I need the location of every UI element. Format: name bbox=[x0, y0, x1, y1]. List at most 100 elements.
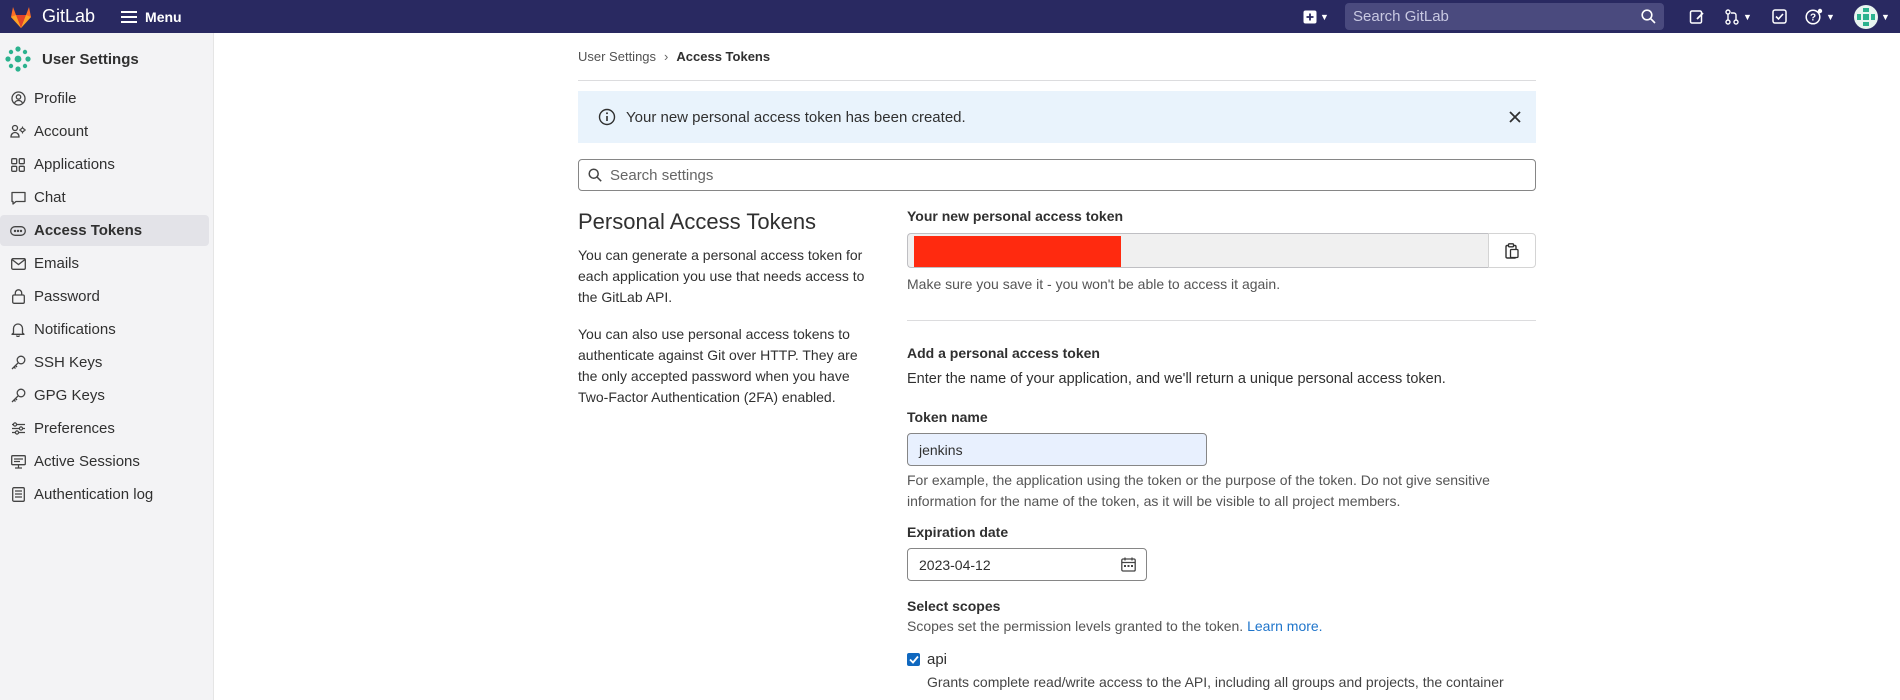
clipboard-icon bbox=[1505, 242, 1519, 259]
token-name-value: jenkins bbox=[919, 441, 963, 458]
merge-request-icon bbox=[1725, 8, 1739, 25]
help-icon: ? bbox=[1805, 8, 1823, 25]
todos-button[interactable] bbox=[1762, 0, 1796, 33]
sidebar-item-gpg-keys[interactable]: GPG Keys bbox=[0, 380, 209, 411]
copy-token-button[interactable] bbox=[1488, 233, 1536, 268]
sidebar-item-label: SSH Keys bbox=[34, 354, 103, 371]
new-token-label: Your new personal access token bbox=[907, 208, 1124, 224]
sidebar-item-label: Chat bbox=[34, 189, 66, 206]
sidebar-item-active-sessions[interactable]: Active Sessions bbox=[0, 446, 209, 477]
main-content: User Settings › Access Tokens Your new p… bbox=[578, 33, 1536, 690]
svg-text:?: ? bbox=[1810, 12, 1816, 23]
sidebar-item-label: Authentication log bbox=[34, 486, 154, 503]
log-icon bbox=[10, 487, 26, 503]
new-token-field[interactable] bbox=[907, 233, 1488, 268]
sidebar-item-label: Notifications bbox=[34, 321, 116, 338]
chevron-down-icon: ▼ bbox=[1743, 11, 1752, 22]
page-title: Personal Access Tokens bbox=[578, 209, 817, 234]
token-name-input[interactable]: jenkins bbox=[907, 433, 1207, 466]
info-icon bbox=[598, 108, 616, 126]
sidebar-header[interactable]: User Settings bbox=[0, 35, 213, 83]
sidebar-item-chat[interactable]: Chat bbox=[0, 182, 209, 213]
settings-sidebar: User Settings Profile Account Applicatio… bbox=[0, 33, 214, 700]
gitlab-home-link[interactable]: GitLab bbox=[0, 0, 95, 33]
new-token-help: Make sure you save it - you won't be abl… bbox=[907, 276, 1281, 292]
scopes-description-text: Scopes set the permission levels granted… bbox=[907, 618, 1244, 634]
menu-label: Menu bbox=[145, 8, 182, 25]
todo-check-icon bbox=[1771, 9, 1787, 24]
section-divider bbox=[907, 320, 1536, 321]
expiration-date-value: 2023-04-12 bbox=[919, 556, 991, 573]
user-menu-button[interactable]: ▼ bbox=[1844, 0, 1900, 33]
preferences-icon bbox=[10, 421, 26, 437]
global-search-input[interactable]: Search GitLab bbox=[1345, 3, 1664, 30]
profile-icon bbox=[10, 91, 26, 107]
token-form: Your new personal access token Make sure… bbox=[907, 208, 1536, 693]
gitlab-logo-icon bbox=[11, 6, 31, 28]
intro-paragraph: You can generate a personal access token… bbox=[578, 247, 865, 305]
chevron-down-icon: ▼ bbox=[1320, 11, 1329, 22]
scope-api-checkbox[interactable] bbox=[907, 653, 920, 666]
plus-square-icon bbox=[1303, 10, 1317, 23]
hamburger-icon bbox=[121, 10, 138, 23]
sidebar-item-label: GPG Keys bbox=[34, 387, 105, 404]
breadcrumb-separator: › bbox=[664, 49, 669, 64]
applications-icon bbox=[10, 157, 26, 173]
menu-button[interactable]: Menu bbox=[121, 9, 182, 25]
brand-name: GitLab bbox=[42, 6, 96, 26]
monitor-icon bbox=[10, 454, 26, 470]
lock-icon bbox=[10, 289, 26, 305]
sidebar-item-label: Emails bbox=[34, 255, 80, 272]
expiration-date-input[interactable]: 2023-04-12 bbox=[907, 548, 1147, 581]
sidebar-item-access-tokens[interactable]: Access Tokens bbox=[0, 215, 209, 246]
alert-message: Your new personal access token has been … bbox=[626, 108, 966, 126]
settings-search-placeholder: Search settings bbox=[610, 166, 714, 184]
breadcrumb-link-user-settings[interactable]: User Settings bbox=[578, 49, 656, 64]
bell-icon bbox=[10, 322, 26, 338]
sidebar-item-label: Active Sessions bbox=[34, 453, 140, 470]
top-navbar: GitLab Menu ▼ Search GitLab ▼ ? ▼ ▼ bbox=[0, 0, 1900, 33]
token-icon bbox=[10, 223, 26, 239]
key-icon bbox=[10, 388, 26, 404]
sidebar-item-label: Access Tokens bbox=[34, 222, 143, 239]
search-icon bbox=[588, 168, 602, 182]
token-name-help: For example, the application using the t… bbox=[907, 472, 1490, 509]
user-avatar-icon bbox=[1854, 4, 1879, 29]
search-icon bbox=[1641, 9, 1656, 24]
sidebar-item-label: Applications bbox=[34, 156, 115, 173]
breadcrumb: User Settings › Access Tokens bbox=[578, 33, 1536, 81]
issues-button[interactable] bbox=[1680, 0, 1714, 33]
sidebar-item-notifications[interactable]: Notifications bbox=[0, 314, 209, 345]
intro-paragraph: You can also use personal access tokens … bbox=[578, 326, 858, 405]
close-icon[interactable] bbox=[1508, 110, 1522, 124]
scopes-description: Scopes set the permission levels granted… bbox=[907, 616, 1536, 637]
sidebar-item-preferences[interactable]: Preferences bbox=[0, 413, 209, 444]
settings-search-input[interactable]: Search settings bbox=[578, 159, 1536, 191]
sidebar-item-label: Password bbox=[34, 288, 100, 305]
mail-icon bbox=[10, 256, 26, 272]
sidebar-item-ssh-keys[interactable]: SSH Keys bbox=[0, 347, 209, 378]
sidebar-item-authentication-log[interactable]: Authentication log bbox=[0, 479, 209, 510]
chat-icon bbox=[10, 190, 26, 206]
learn-more-link[interactable]: Learn more. bbox=[1247, 618, 1322, 634]
breadcrumb-current[interactable]: Access Tokens bbox=[676, 49, 770, 64]
sidebar-item-applications[interactable]: Applications bbox=[0, 149, 209, 180]
scope-api-row[interactable]: api bbox=[907, 651, 1536, 668]
add-token-description: Enter the name of your application, and … bbox=[907, 371, 1446, 387]
chevron-down-icon: ▼ bbox=[1826, 11, 1835, 22]
user-settings-avatar-icon bbox=[5, 46, 31, 72]
issues-icon bbox=[1689, 9, 1704, 24]
success-alert: Your new personal access token has been … bbox=[578, 91, 1536, 143]
global-search-placeholder: Search GitLab bbox=[1353, 8, 1449, 25]
sidebar-item-password[interactable]: Password bbox=[0, 281, 209, 312]
expiration-date-label: Expiration date bbox=[907, 524, 1009, 540]
sidebar-item-emails[interactable]: Emails bbox=[0, 248, 209, 279]
new-dropdown-button[interactable]: ▼ bbox=[1293, 0, 1339, 33]
sidebar-item-label: Account bbox=[34, 123, 89, 140]
sidebar-item-profile[interactable]: Profile bbox=[0, 83, 209, 114]
merge-requests-button[interactable]: ▼ bbox=[1714, 0, 1762, 33]
sidebar-item-account[interactable]: Account bbox=[0, 116, 209, 147]
help-button[interactable]: ? ▼ bbox=[1796, 0, 1844, 33]
key-icon bbox=[10, 355, 26, 371]
sidebar-item-label: Profile bbox=[34, 90, 77, 107]
